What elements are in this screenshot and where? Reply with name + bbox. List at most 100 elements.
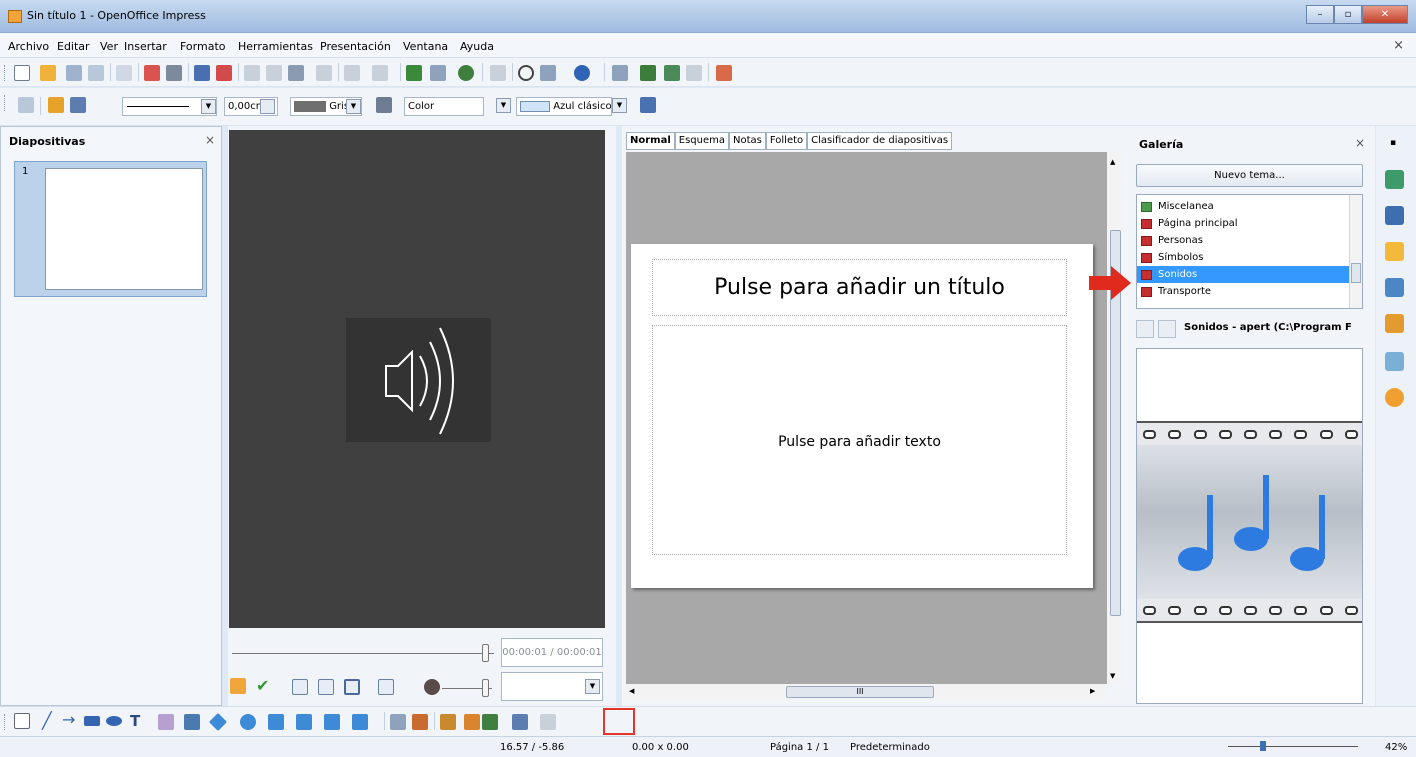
mute-icon[interactable] (424, 679, 440, 695)
tab-esquema[interactable]: Esquema (674, 132, 730, 150)
export-pdf-icon[interactable] (144, 65, 160, 81)
curve-icon[interactable] (158, 714, 174, 730)
close-gallery-button[interactable]: × (1355, 136, 1365, 150)
scroll-up-icon[interactable]: ▲ (1110, 158, 1115, 166)
insert-media-icon[interactable] (230, 678, 246, 694)
minimize-button[interactable]: – (1306, 5, 1334, 24)
scroll-down-icon[interactable]: ▼ (1110, 672, 1115, 680)
chevron-down-icon[interactable]: ▼ (612, 98, 627, 113)
sidebar-pin-icon[interactable]: ▪ (1390, 138, 1396, 148)
close-slides-pane-button[interactable]: × (205, 133, 215, 147)
spin-icon[interactable] (260, 99, 275, 114)
symbol-shapes-icon[interactable] (240, 714, 256, 730)
zoom-slider-thumb[interactable] (1260, 741, 1266, 751)
grid-icon[interactable] (490, 65, 506, 81)
play-button[interactable] (292, 679, 308, 695)
detailed-view-button[interactable] (1158, 320, 1176, 338)
toolbar-grip[interactable] (4, 65, 7, 81)
fill-mode-select[interactable]: Color (404, 97, 484, 116)
maximize-button[interactable]: ▫ (1334, 5, 1362, 24)
redo-icon[interactable] (372, 65, 388, 81)
arrow-style-icon[interactable] (70, 97, 86, 113)
theme-list-scrollbar[interactable] (1349, 195, 1362, 308)
vertical-scrollbar[interactable]: ▲ ▼ (1107, 152, 1123, 684)
chevron-down-icon[interactable]: ▼ (201, 99, 216, 114)
toolbar-grip[interactable] (4, 714, 7, 730)
gallery-items[interactable] (1136, 348, 1363, 704)
zoom-icon[interactable] (540, 65, 556, 81)
display-views-icon[interactable] (612, 65, 628, 81)
title-placeholder[interactable]: Pulse para añadir un título (652, 259, 1067, 316)
volume-slider-thumb[interactable] (482, 679, 489, 697)
navigator-icon[interactable] (664, 65, 680, 81)
show-draw-functions-icon[interactable] (518, 65, 534, 81)
fill-color-select[interactable]: Azul clásico (516, 97, 612, 116)
icon-view-button[interactable] (1136, 320, 1154, 338)
arrow-draw-icon[interactable]: → (62, 710, 75, 729)
undo-icon[interactable] (344, 65, 360, 81)
line-draw-icon[interactable]: ╱ (42, 711, 52, 730)
select-arrow-icon[interactable] (14, 713, 30, 729)
ellipse-icon[interactable] (106, 716, 122, 726)
horizontal-scroll-thumb[interactable]: III (786, 686, 934, 698)
slide-thumbnail[interactable] (45, 168, 203, 290)
stars-icon[interactable] (352, 714, 368, 730)
theme-item[interactable]: Miscelanea (1137, 198, 1350, 215)
line-style-icon[interactable] (18, 97, 34, 113)
edit-file-icon[interactable] (116, 65, 132, 81)
connector-icon[interactable] (184, 714, 200, 730)
theme-item[interactable]: Símbolos (1137, 249, 1350, 266)
cut-icon[interactable] (244, 65, 260, 81)
from-file-icon[interactable] (464, 714, 480, 730)
pause-button[interactable] (318, 679, 334, 695)
help-icon[interactable] (574, 65, 590, 81)
paste-icon[interactable] (288, 65, 304, 81)
zoom-slider[interactable] (1228, 746, 1358, 747)
navigator-sidebar-icon[interactable] (1385, 278, 1404, 297)
menu-ver[interactable]: Ver (100, 40, 118, 53)
menu-ventana[interactable]: Ventana (403, 40, 448, 53)
callouts-icon[interactable] (324, 714, 340, 730)
menu-insertar[interactable]: Insertar (124, 40, 167, 53)
functions-icon[interactable] (1385, 314, 1404, 333)
new-document-icon[interactable] (14, 65, 30, 81)
chevron-down-icon[interactable]: ▼ (346, 99, 361, 114)
line-color-select[interactable]: Gris 6 ▼ (290, 97, 362, 116)
sound-item-preview[interactable] (1137, 421, 1362, 623)
fontwork-icon[interactable] (440, 714, 456, 730)
menu-editar[interactable]: Editar (57, 40, 90, 53)
scroll-left-icon[interactable]: ◀ (629, 687, 634, 695)
extrusion-icon[interactable] (512, 714, 528, 730)
properties-icon[interactable] (1385, 170, 1404, 189)
scroll-right-icon[interactable]: ▶ (1090, 687, 1095, 695)
basic-shapes-icon[interactable] (208, 712, 228, 732)
text-tool-icon[interactable]: T (130, 712, 140, 730)
mail-icon[interactable] (88, 65, 104, 81)
gallery-drawbar-icon[interactable] (540, 714, 556, 730)
tab-notas[interactable]: Notas (729, 132, 766, 150)
position-slider-thumb[interactable] (482, 644, 489, 662)
hyperlink-icon[interactable] (458, 65, 474, 81)
open-folder-icon[interactable] (40, 65, 56, 81)
slide-page[interactable]: Pulse para añadir un título Pulse para a… (631, 244, 1093, 588)
table-icon[interactable] (430, 65, 446, 81)
clone-format-icon[interactable] (316, 65, 332, 81)
repeat-button[interactable] (378, 679, 394, 695)
autospellcheck-icon[interactable] (216, 65, 232, 81)
chart-icon[interactable] (406, 65, 422, 81)
theme-list[interactable]: Miscelanea Página principal Personas Sím… (1136, 194, 1363, 309)
print-icon[interactable] (166, 65, 182, 81)
slide-thumbnail-item[interactable]: 1 (14, 161, 207, 297)
block-arrows-icon[interactable] (268, 714, 284, 730)
new-theme-button[interactable]: Nuevo tema... (1136, 164, 1363, 187)
copy-icon[interactable] (266, 65, 282, 81)
points-icon[interactable] (390, 714, 406, 730)
shadow-icon[interactable] (640, 97, 656, 113)
tab-folleto[interactable]: Folleto (765, 132, 808, 150)
theme-item-selected[interactable]: Sonidos (1137, 266, 1350, 283)
chevron-down-icon[interactable]: ▼ (496, 98, 511, 113)
spellcheck-icon[interactable] (194, 65, 210, 81)
tab-clasificador[interactable]: Clasificador de diapositivas (807, 132, 953, 150)
slide-show-icon[interactable] (640, 65, 656, 81)
rectangle-icon[interactable] (84, 716, 100, 726)
